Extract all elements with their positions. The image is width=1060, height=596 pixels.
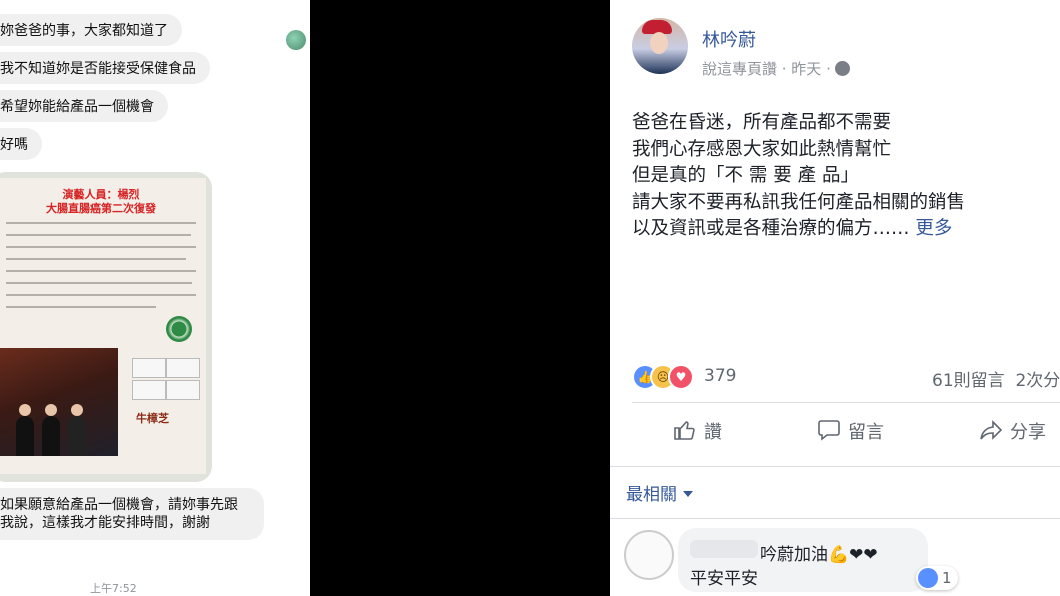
globe-icon [834, 61, 850, 76]
poster-brand: 牛樟芝 [136, 412, 169, 425]
poster-title-line1: 演藝人員：楊烈 [62, 188, 140, 201]
share-arrow-icon [980, 420, 1003, 440]
post-line: 爸爸在昏迷，所有產品都不需要 [632, 112, 892, 133]
author-name[interactable]: 林吟蔚 [702, 26, 756, 52]
product-box [132, 358, 166, 378]
like-reaction-icon [918, 568, 938, 588]
like-label: 讚 [704, 422, 722, 443]
poster-text-line [6, 234, 191, 236]
post-meta: 說這專頁讚 · 昨天 · [702, 58, 850, 79]
person-figure [42, 416, 60, 456]
leaf-logo-icon [166, 316, 192, 342]
comment-sort-dropdown[interactable]: 最相關 [626, 480, 693, 505]
see-more-link[interactable]: 更多 [915, 218, 952, 239]
comment-text-line2: 平安平安 [690, 569, 758, 589]
post-text: 爸爸在昏迷，所有產品都不需要 我們心存感恩大家如此熱情幫忙 但是真的「不 需 要… [632, 110, 965, 243]
sort-label: 最相關 [626, 485, 677, 505]
chat-image-poster[interactable]: 演藝人員：楊烈 大腸直腸癌第二次復發 牛樟芝 [0, 172, 212, 482]
comment-icon [818, 420, 840, 441]
divider [632, 402, 1060, 403]
poster-content: 演藝人員：楊烈 大腸直腸癌第二次復發 牛樟芝 [0, 178, 206, 474]
avatar-face [650, 32, 668, 54]
comment-button[interactable]: 留言 [816, 418, 884, 444]
facebook-post: 林吟蔚 說這專頁讚 · 昨天 · 爸爸在昏迷，所有產品都不需要 我們心存感恩大家… [610, 0, 1060, 596]
poster-text-line [6, 294, 196, 296]
person-head [19, 404, 31, 416]
comment-count[interactable]: 61則留言 [932, 371, 1005, 391]
comment-text-line1: 吟蔚加油💪❤❤ [760, 545, 878, 565]
post-line: 但是真的「不 需 要 產 品」 [632, 165, 860, 186]
love-reaction-icon: ♥ [668, 364, 694, 390]
share-button[interactable]: 分享 [978, 418, 1046, 444]
poster-photo [0, 348, 118, 456]
divider [610, 518, 1060, 519]
poster-text-line [6, 306, 156, 308]
message-timestamp: 上午7:52 [90, 582, 137, 595]
poster-text-line [6, 222, 196, 224]
caret-down-icon [683, 491, 693, 497]
comment-label: 留言 [848, 422, 884, 443]
divider [610, 466, 1060, 467]
product-box [132, 380, 166, 400]
poster-title-line2: 大腸直腸癌第二次復發 [46, 202, 156, 215]
product-box [166, 358, 200, 378]
post-line: 請大家不要再私訊我任何產品相關的銷售 [632, 191, 966, 213]
product-box [166, 380, 200, 400]
poster-title: 演藝人員：楊烈 大腸直腸癌第二次復發 [0, 188, 206, 216]
person-figure [68, 416, 86, 456]
sender-avatar [286, 30, 306, 50]
reaction-count: 379 [704, 366, 737, 386]
comment-like-number: 1 [942, 569, 952, 587]
chat-panel: 妳爸爸的事，大家都知道了 我不知道妳是否能接受保健食品 希望妳能給產品一個機會 … [0, 0, 310, 596]
poster-text-line [6, 282, 192, 284]
share-label: 分享 [1010, 422, 1046, 443]
person-figure [16, 416, 34, 456]
poster-text-line [6, 258, 186, 260]
share-count[interactable]: 2次分 [1015, 371, 1060, 391]
commenter-name-blurred[interactable] [690, 540, 758, 558]
comment-share-count[interactable]: 61則留言 2次分 [932, 366, 1060, 391]
commenter-avatar[interactable] [624, 530, 674, 580]
comment-bubble: 吟蔚加油💪❤❤ 平安平安 [678, 528, 928, 592]
chat-message: 我不知道妳是否能接受保健食品 [0, 52, 210, 84]
like-button[interactable]: 讚 [672, 418, 722, 444]
post-line: 以及資訊或是各種治療的偏方…… 更多 [632, 216, 965, 243]
post-line: 我們心存感恩大家如此熱情幫忙 [632, 138, 892, 160]
chat-message: 如果願意給產品一個機會，請妳事先跟我說，這樣我才能安排時間，謝謝 [0, 488, 264, 540]
chat-message: 好嗎 [0, 128, 42, 160]
black-divider [310, 0, 610, 596]
post-last-line: 以及資訊或是各種治療的偏方…… [632, 218, 910, 239]
person-head [45, 404, 57, 416]
post-meta-text: 說這專頁讚 · 昨天 · [702, 60, 831, 78]
chat-message: 妳爸爸的事，大家都知道了 [0, 14, 182, 46]
chat-message: 希望妳能給產品一個機會 [0, 90, 168, 122]
comment-like-count[interactable]: 1 [916, 566, 958, 590]
person-head [71, 404, 83, 416]
poster-text-line [6, 246, 196, 248]
thumbs-up-icon [674, 421, 695, 440]
author-avatar[interactable] [632, 18, 688, 74]
poster-text-line [6, 270, 196, 272]
